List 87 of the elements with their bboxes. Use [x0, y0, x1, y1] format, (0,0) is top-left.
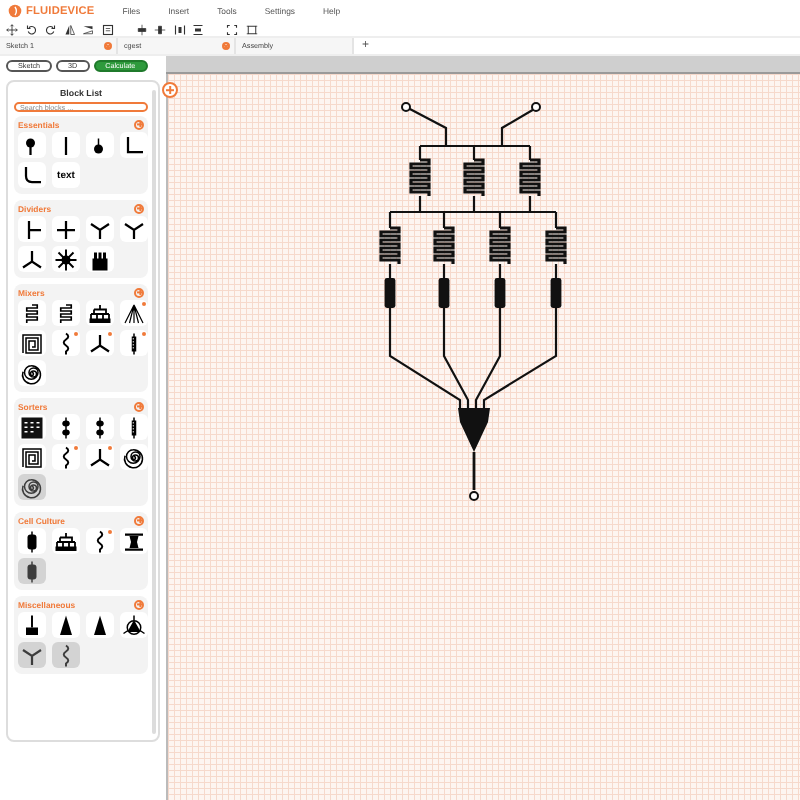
serpentine-icon — [20, 301, 44, 325]
corner-icon — [122, 133, 146, 157]
block-tile[interactable] — [52, 414, 80, 440]
flip-horizontal-icon — [82, 23, 94, 35]
spiral-icon — [20, 361, 44, 385]
block-tile[interactable] — [120, 444, 148, 470]
y-split-icon — [88, 217, 112, 241]
distribute-vertical-icon — [192, 23, 204, 35]
block-tile[interactable] — [52, 246, 80, 272]
block-tile[interactable] — [120, 528, 148, 554]
rotate-left-icon — [25, 23, 37, 35]
add-icon[interactable] — [134, 119, 144, 129]
block-tile[interactable] — [18, 132, 46, 158]
cross-icon — [54, 217, 78, 241]
block-tile[interactable] — [86, 612, 114, 638]
y-merge-icon — [88, 445, 112, 469]
scrollbar[interactable] — [152, 90, 156, 734]
block-tile[interactable] — [86, 528, 114, 554]
logo-icon — [8, 4, 22, 18]
distribute-horizontal-icon — [173, 23, 185, 35]
comb-icon — [88, 247, 112, 271]
block-tile[interactable] — [18, 528, 46, 554]
rotate-right-icon — [44, 23, 56, 35]
block-tile[interactable] — [86, 330, 114, 356]
block-tile[interactable] — [86, 444, 114, 470]
block-tile[interactable] — [18, 330, 46, 356]
block-tile[interactable] — [52, 444, 80, 470]
fit-view-icon — [245, 23, 257, 35]
y-split-icon — [20, 643, 44, 667]
block-tile[interactable] — [120, 330, 148, 356]
block-tile[interactable] — [18, 300, 46, 326]
block-tile[interactable] — [86, 132, 114, 158]
block-tile[interactable] — [52, 612, 80, 638]
close-icon[interactable] — [221, 41, 230, 51]
block-tile[interactable] — [86, 246, 114, 272]
block-tile[interactable] — [120, 132, 148, 158]
block-tile[interactable] — [86, 414, 114, 440]
grid-chip-icon — [20, 415, 44, 439]
square-spiral-icon — [20, 445, 44, 469]
tree-icon — [54, 529, 78, 553]
spiral-icon — [122, 445, 146, 469]
block-tile[interactable] — [120, 612, 148, 638]
valve-icon — [20, 613, 44, 637]
align-middle-icon — [154, 23, 166, 35]
y-split-icon — [122, 217, 146, 241]
block-tile[interactable] — [120, 300, 148, 326]
y-merge-icon — [20, 247, 44, 271]
microfluidic-circuit-drawing[interactable] — [379, 102, 567, 501]
block-tile[interactable] — [18, 216, 46, 242]
block-tile[interactable] — [18, 414, 46, 440]
add-icon[interactable] — [134, 515, 144, 525]
block-tile[interactable] — [18, 162, 46, 188]
tree-icon — [88, 301, 112, 325]
add-icon[interactable] — [134, 287, 144, 297]
y-merge-icon — [88, 331, 112, 355]
block-tile[interactable] — [52, 216, 80, 242]
triangle-valve-icon — [122, 613, 146, 637]
add-icon[interactable] — [134, 203, 144, 213]
block-tile[interactable] — [52, 300, 80, 326]
cone-icon — [88, 613, 112, 637]
block-tile[interactable] — [120, 216, 148, 242]
align-center-icon — [135, 23, 147, 35]
close-icon[interactable] — [103, 41, 112, 51]
serpentine-icon — [54, 301, 78, 325]
block-tile[interactable] — [52, 132, 80, 158]
block-tile[interactable] — [120, 414, 148, 440]
block-tile[interactable] — [18, 360, 46, 386]
block-tile[interactable] — [52, 330, 80, 356]
gradient-icon — [122, 301, 146, 325]
cone-icon — [54, 613, 78, 637]
flip-icon — [63, 23, 75, 35]
move-icon — [6, 23, 18, 35]
select-area-icon — [226, 23, 238, 35]
block-tile[interactable] — [18, 444, 46, 470]
block-tile[interactable] — [52, 528, 80, 554]
add-icon[interactable] — [134, 599, 144, 609]
spiral-icon — [20, 475, 44, 499]
star-icon — [54, 247, 78, 271]
add-icon[interactable] — [162, 82, 178, 98]
square-spiral-icon — [20, 331, 44, 355]
curve-icon — [20, 163, 44, 187]
block-tile[interactable] — [86, 300, 114, 326]
trap-icon — [122, 529, 146, 553]
block-tile[interactable] — [86, 216, 114, 242]
block-tile[interactable] — [18, 246, 46, 272]
add-icon[interactable] — [134, 401, 144, 411]
block-tile[interactable] — [18, 612, 46, 638]
